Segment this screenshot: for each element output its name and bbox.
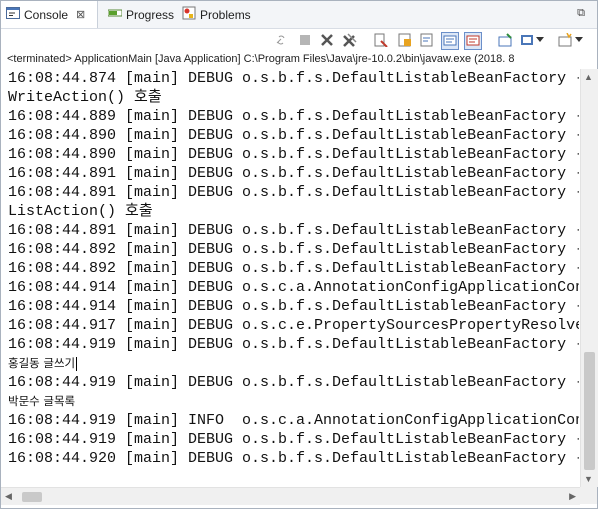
- console-line: 16:08:44.920 [main] DEBUG o.s.b.f.s.Defa…: [8, 450, 579, 467]
- view-tab-bar: Console ⊠ Progress Problems ⧉: [1, 1, 597, 29]
- link-icon[interactable]: [273, 32, 289, 48]
- text-cursor: [76, 356, 78, 371]
- display-console-icon[interactable]: [519, 32, 535, 48]
- console-line: 16:08:44.914 [main] DEBUG o.s.c.a.Annota…: [8, 279, 579, 296]
- vertical-scroll-thumb[interactable]: [584, 352, 595, 470]
- console-line: 16:08:44.917 [main] DEBUG o.s.c.e.Proper…: [8, 317, 579, 334]
- console-input-line[interactable]: 홍길동 글쓰기: [8, 354, 78, 373]
- console-line: 16:08:44.919 [main] DEBUG o.s.b.f.s.Defa…: [8, 374, 579, 391]
- clear-console-icon[interactable]: [373, 32, 389, 48]
- console-line: 16:08:44.889 [main] DEBUG o.s.b.f.s.Defa…: [8, 108, 579, 125]
- console-line: 16:08:44.891 [main] DEBUG o.s.b.f.s.Defa…: [8, 184, 579, 201]
- console-line: 16:08:44.890 [main] DEBUG o.s.b.f.s.Defa…: [8, 146, 579, 163]
- tab-progress-label: Progress: [126, 7, 175, 22]
- remove-launch-icon[interactable]: [319, 32, 335, 48]
- process-status-line: <terminated> ApplicationMain [Java Appli…: [1, 51, 597, 69]
- console-line: 16:08:44.891 [main] DEBUG o.s.b.f.s.Defa…: [8, 222, 579, 239]
- console-line: 16:08:44.891 [main] DEBUG o.s.b.f.s.Defa…: [8, 165, 579, 182]
- tab-console[interactable]: Console ⊠: [1, 1, 98, 28]
- console-view: Console ⊠ Progress Problems ⧉ <terminate…: [0, 0, 598, 509]
- tab-console-label: Console: [24, 7, 69, 22]
- pin-console-icon[interactable]: [497, 32, 513, 48]
- console-line: 16:08:44.919 [main] INFO o.s.c.a.Annotat…: [8, 412, 579, 429]
- horizontal-scroll-thumb[interactable]: [22, 492, 42, 502]
- scroll-lock-icon[interactable]: [397, 32, 413, 48]
- scroll-left-icon[interactable]: ◀: [5, 491, 12, 502]
- close-icon[interactable]: ⊠: [76, 8, 85, 21]
- tab-problems-label: Problems: [200, 7, 251, 22]
- console-output[interactable]: 16:08:44.874 [main] DEBUG o.s.b.f.s.Defa…: [1, 69, 579, 487]
- progress-icon: [107, 7, 123, 22]
- console-line: 16:08:44.919 [main] DEBUG o.s.b.f.s.Defa…: [8, 336, 579, 353]
- console-line: 16:08:44.890 [main] DEBUG o.s.b.f.s.Defa…: [8, 127, 579, 144]
- restore-icon[interactable]: ⧉: [577, 7, 585, 20]
- problems-icon: [182, 6, 196, 23]
- tab-progress[interactable]: Progress: [103, 1, 174, 28]
- console-line: 16:08:44.892 [main] DEBUG o.s.b.f.s.Defa…: [8, 260, 579, 277]
- show-on-stdout-icon[interactable]: [441, 32, 459, 50]
- console-icon: [6, 7, 20, 22]
- console-line: 16:08:44.874 [main] DEBUG o.s.b.f.s.Defa…: [8, 70, 579, 87]
- horizontal-scrollbar[interactable]: ◀ ▶: [1, 487, 580, 505]
- vertical-scrollbar[interactable]: ▲ ▼: [580, 69, 598, 487]
- status-text: <terminated> ApplicationMain [Java Appli…: [7, 53, 515, 65]
- console-line: 박문수 글목록: [8, 394, 76, 408]
- new-console-icon[interactable]: [557, 32, 573, 48]
- scroll-up-icon[interactable]: ▲: [584, 72, 593, 82]
- console-line: 16:08:44.914 [main] DEBUG o.s.b.f.s.Defa…: [8, 298, 579, 315]
- console-line: ListAction() 호출: [8, 203, 153, 220]
- scroll-right-icon[interactable]: ▶: [569, 491, 576, 502]
- console-line: 16:08:44.919 [main] DEBUG o.s.b.f.s.Defa…: [8, 431, 579, 448]
- console-toolbar: [1, 29, 597, 51]
- console-line-text: 홍길동 글쓰기: [8, 356, 76, 370]
- remove-all-icon[interactable]: [342, 32, 358, 48]
- chevron-down-icon[interactable]: [535, 32, 545, 48]
- chevron-down-icon[interactable]: [574, 32, 584, 48]
- tab-problems[interactable]: Problems: [177, 1, 251, 28]
- console-line: WriteAction() 호출: [8, 89, 162, 106]
- console-line: 16:08:44.892 [main] DEBUG o.s.b.f.s.Defa…: [8, 241, 579, 258]
- scrollbar-corner: [580, 487, 597, 504]
- show-on-stderr-icon[interactable]: [464, 32, 482, 50]
- word-wrap-icon[interactable]: [419, 32, 435, 48]
- terminate-icon[interactable]: [297, 32, 313, 48]
- scroll-down-icon[interactable]: ▼: [584, 474, 593, 484]
